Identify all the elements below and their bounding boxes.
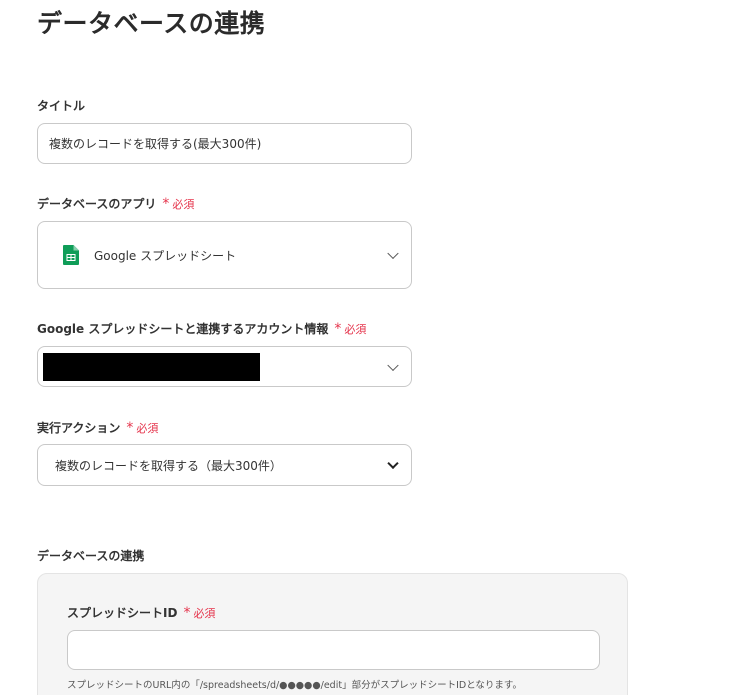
app-label-text: データベースのアプリ: [37, 197, 157, 211]
action-label: 実行アクション * 必須: [37, 419, 158, 436]
title-input[interactable]: 複数のレコードを取得する(最大300件): [37, 123, 412, 164]
chevron-down-icon: [387, 359, 399, 371]
chevron-down-icon: [387, 457, 399, 470]
app-label: データベースのアプリ * 必須: [37, 195, 194, 212]
required-badge: * 必須: [183, 604, 216, 621]
account-label-text: Google スプレッドシートと連携するアカウント情報: [37, 322, 329, 336]
app-select[interactable]: Google スプレッドシート: [37, 221, 412, 289]
section-title: データベースの連携: [37, 547, 144, 564]
action-select[interactable]: 複数のレコードを取得する（最大300件）: [37, 444, 412, 486]
spreadsheet-id-hint: スプレッドシートのURL内の「/spreadsheets/d/●●●●●/edi…: [67, 680, 522, 691]
account-label: Google スプレッドシートと連携するアカウント情報 * 必須: [37, 320, 366, 337]
database-link-panel: スプレッドシートID * 必須 スプレッドシートのURL内の「/spreadshe…: [37, 573, 628, 695]
app-select-value: Google スプレッドシート: [94, 248, 237, 263]
redacted-account: [43, 353, 260, 381]
chevron-down-icon: [387, 247, 399, 260]
required-badge: * 必須: [162, 195, 195, 212]
title-label: タイトル: [37, 97, 85, 114]
action-select-value: 複数のレコードを取得する（最大300件）: [55, 458, 282, 473]
account-select[interactable]: [37, 346, 412, 387]
title-label-text: タイトル: [37, 99, 86, 113]
required-badge: * 必須: [334, 320, 367, 337]
title-input-value: 複数のレコードを取得する(最大300件): [49, 137, 262, 151]
spreadsheet-id-label: スプレッドシートID * 必須: [67, 604, 215, 621]
required-badge: * 必須: [126, 419, 159, 436]
section-title-text: データベースの連携: [37, 549, 145, 563]
action-label-text: 実行アクション: [37, 421, 121, 435]
page-title: データベースの連携: [37, 9, 266, 38]
spreadsheet-id-input[interactable]: [67, 630, 600, 670]
spreadsheet-id-label-text: スプレッドシートID: [67, 606, 178, 620]
google-sheets-icon: [63, 245, 79, 265]
